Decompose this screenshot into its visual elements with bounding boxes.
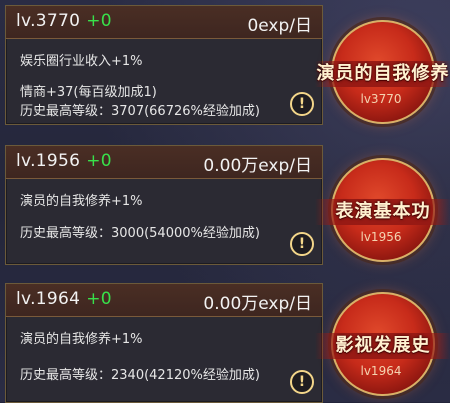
history-level-line: 历史最高等级：3000(54000%经验加成) xyxy=(20,226,260,241)
level-text: lv.3770 +0 xyxy=(16,11,112,31)
level-text: lv.1964 +0 xyxy=(16,289,112,309)
level-value: lv.3770 xyxy=(16,11,81,31)
card-header: lv.3770 +0 0exp/日 xyxy=(6,6,322,39)
exclamation-icon[interactable]: ! xyxy=(290,370,314,394)
exclamation-icon[interactable]: ! xyxy=(290,92,314,116)
badge-title: 表演基本功 xyxy=(315,199,450,225)
skill-card-1[interactable]: lv.3770 +0 0exp/日 娱乐圈行业收入+1% 情商+37(每百级加成1… xyxy=(5,5,323,125)
skill-card-3[interactable]: lv.1964 +0 0.00万exp/日 演员的自我修养+1% 历史最高等级：2… xyxy=(5,283,323,403)
skill-badge-1[interactable]: 演员的自我修养 lv3770 xyxy=(315,20,450,124)
exclamation-icon[interactable]: ! xyxy=(290,232,314,256)
history-level-line: 历史最高等级：2340(42120%经验加成) xyxy=(20,368,260,383)
badge-title: 演员的自我修养 xyxy=(315,61,450,87)
badge-level: lv3770 xyxy=(360,92,402,106)
badge-title: 影视发展史 xyxy=(315,333,450,359)
level-gain: +0 xyxy=(86,289,112,309)
exp-rate: 0exp/日 xyxy=(247,16,312,36)
bonus-line-1: 演员的自我修养+1% xyxy=(20,194,143,209)
card-header: lv.1956 +0 0.00万exp/日 xyxy=(6,146,322,179)
skill-card-2[interactable]: lv.1956 +0 0.00万exp/日 演员的自我修养+1% 历史最高等级：3… xyxy=(5,145,323,265)
level-value: lv.1964 xyxy=(16,289,81,309)
skill-badge-3[interactable]: 影视发展史 lv1964 xyxy=(315,292,450,396)
history-level-line: 历史最高等级：3707(66726%经验加成) xyxy=(20,104,260,119)
level-value: lv.1956 xyxy=(16,151,81,171)
bonus-line-1: 演员的自我修养+1% xyxy=(20,332,143,347)
bonus-line-1: 娱乐圈行业收入+1% xyxy=(20,54,143,69)
skill-badge-2[interactable]: 表演基本功 lv1956 xyxy=(315,158,450,262)
level-text: lv.1956 +0 xyxy=(16,151,112,171)
level-gain: +0 xyxy=(86,11,112,31)
bonus-line-2: 情商+37(每百级加成1) xyxy=(20,85,157,100)
badge-level: lv1956 xyxy=(360,230,402,244)
level-gain: +0 xyxy=(86,151,112,171)
exp-rate: 0.00万exp/日 xyxy=(203,156,312,176)
exp-rate: 0.00万exp/日 xyxy=(203,294,312,314)
card-header: lv.1964 +0 0.00万exp/日 xyxy=(6,284,322,317)
badge-level: lv1964 xyxy=(360,364,402,378)
